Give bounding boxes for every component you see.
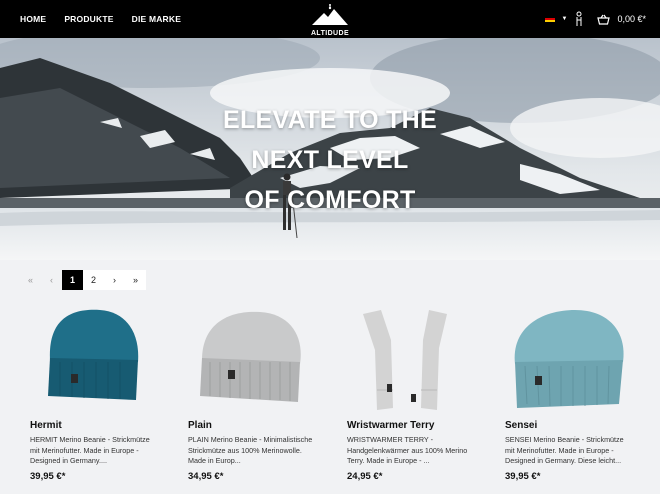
beanie-icon [200, 311, 301, 402]
product-description: HERMIT Merino Beanie - Strickmütze mit M… [30, 435, 150, 465]
product-image-sensei[interactable] [505, 300, 655, 416]
altidude-logo[interactable]: ALTIDUDE [308, 4, 352, 37]
page-1-button[interactable]: 1 [62, 270, 83, 290]
product-name[interactable]: Wristwarmer Terry [347, 420, 434, 431]
cart-total[interactable]: 0,00 €* [617, 14, 646, 24]
product-price: 34,95 €* [188, 471, 224, 482]
account-icon[interactable] [574, 11, 584, 27]
product-description: WRISTWARMER TERRY - Handgelenkwärmer aus… [347, 435, 468, 465]
product-card-sensei[interactable]: Sensei SENSEI Merino Beanie - Strickmütz… [505, 300, 655, 482]
beanie-icon [514, 310, 624, 408]
logo-text: ALTIDUDE [310, 30, 350, 37]
product-card-plain[interactable]: Plain PLAIN Merino Beanie - Minimalistis… [188, 300, 338, 482]
mountain-logo-icon [312, 4, 348, 25]
product-name[interactable]: Hermit [30, 420, 62, 431]
page-2-button[interactable]: 2 [83, 270, 104, 290]
hero-headline: ELEVATE TO THE NEXT LEVEL OF COMFORT [0, 100, 660, 220]
header-tools: ▼ 0,00 €* [544, 11, 646, 27]
product-price: 24,95 €* [347, 471, 383, 482]
hero-banner: ELEVATE TO THE NEXT LEVEL OF COMFORT [0, 38, 660, 260]
product-description: PLAIN Merino Beanie - Minimalistische St… [188, 435, 313, 465]
previous-page-button[interactable]: ‹ [41, 270, 62, 290]
product-price: 39,95 €* [30, 471, 66, 482]
nav-brand-link[interactable]: DIE MARKE [132, 14, 182, 24]
top-navigation-bar: HOME PRODUKTE DIE MARKE ALTIDUDE ▼ 0,00 … [0, 0, 660, 38]
beanie-icon [48, 309, 139, 400]
product-name[interactable]: Sensei [505, 420, 537, 431]
wristwarmer-icon [363, 310, 447, 410]
pagination: « ‹ 1 2 › » [20, 270, 146, 290]
product-image-wristwarmer-terry[interactable] [347, 300, 497, 416]
product-card-wristwarmer-terry[interactable]: Wristwarmer Terry WRISTWARMER TERRY - Ha… [347, 300, 497, 482]
main-nav: HOME PRODUKTE DIE MARKE [20, 14, 181, 24]
first-page-button[interactable]: « [20, 270, 41, 290]
language-chevron-down-icon[interactable]: ▼ [562, 16, 568, 22]
product-card-hermit[interactable]: Hermit HERMIT Merino Beanie - Strickmütz… [30, 300, 180, 482]
product-price: 39,95 €* [505, 471, 541, 482]
hero-headline-line: OF COMFORT [244, 186, 416, 214]
hero-headline-line: ELEVATE TO THE [223, 106, 437, 134]
product-description: SENSEI Merino Beanie - Strickmütze mit M… [505, 435, 624, 465]
nav-home-link[interactable]: HOME [20, 14, 46, 24]
product-image-plain[interactable] [188, 300, 338, 416]
product-image-hermit[interactable] [30, 300, 180, 416]
next-page-button[interactable]: › [104, 270, 125, 290]
german-flag-icon[interactable] [544, 15, 555, 23]
product-name[interactable]: Plain [188, 420, 212, 431]
last-page-button[interactable]: » [125, 270, 146, 290]
shopping-basket-icon[interactable] [597, 14, 611, 25]
hero-headline-line: NEXT LEVEL [251, 146, 409, 174]
nav-products-link[interactable]: PRODUKTE [64, 14, 113, 24]
